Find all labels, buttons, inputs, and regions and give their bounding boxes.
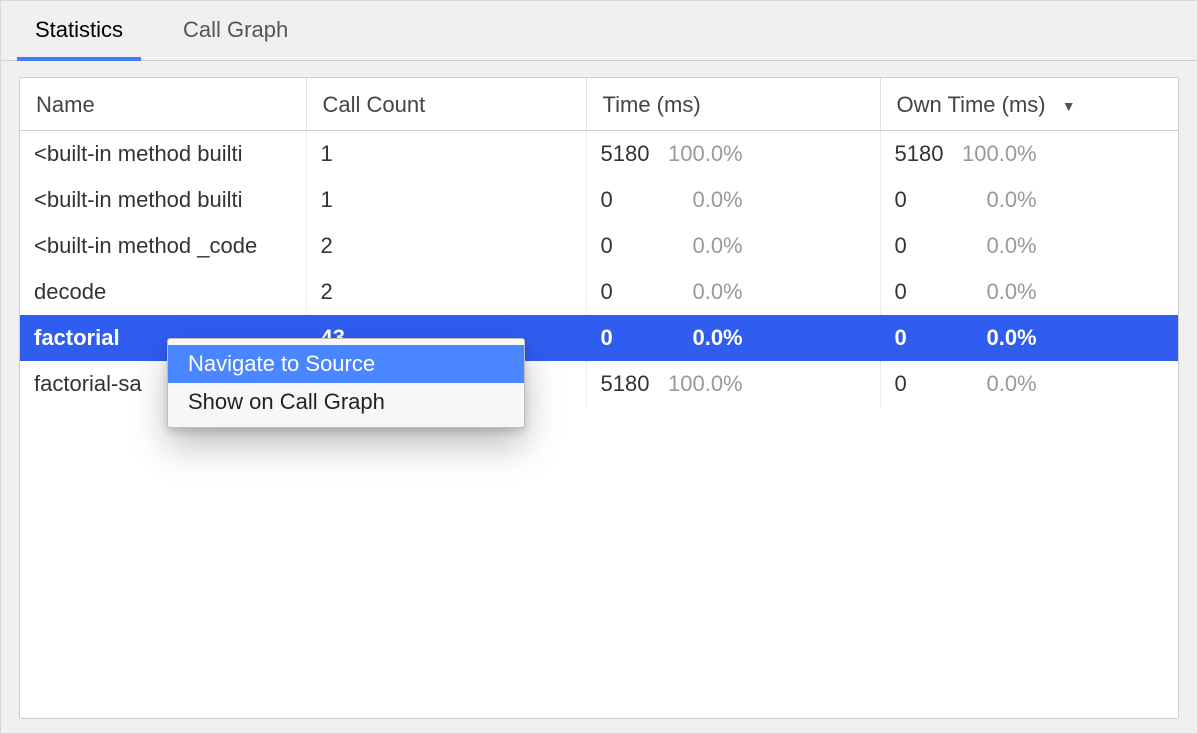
time-percent: 0.0% <box>663 233 743 259</box>
cell-time: 0 0.0% <box>586 223 880 269</box>
context-menu: Navigate to Source Show on Call Graph <box>167 338 525 428</box>
own-time-value: 5180 <box>895 141 951 167</box>
tab-call-graph[interactable]: Call Graph <box>165 1 306 60</box>
cell-name: <built-in method builti <box>20 177 306 223</box>
cell-time: 0 0.0% <box>586 177 880 223</box>
time-percent: 0.0% <box>663 279 743 305</box>
own-time-percent: 100.0% <box>957 141 1037 167</box>
column-header-call-count[interactable]: Call Count <box>306 78 586 131</box>
own-time-value: 0 <box>895 187 951 213</box>
cell-own-time: 5180 100.0% <box>880 131 1178 177</box>
own-time-value: 0 <box>895 279 951 305</box>
column-header-label: Time (ms) <box>603 92 701 117</box>
time-percent: 100.0% <box>663 371 743 397</box>
time-value: 5180 <box>601 371 657 397</box>
table-row[interactable]: decode20 0.0%0 0.0% <box>20 269 1178 315</box>
cell-time: 0 0.0% <box>586 315 880 361</box>
sort-descending-icon: ▼ <box>1062 98 1076 114</box>
cell-name: <built-in method builti <box>20 131 306 177</box>
column-header-time[interactable]: Time (ms) <box>586 78 880 131</box>
own-time-percent: 0.0% <box>957 325 1037 351</box>
time-percent: 100.0% <box>663 141 743 167</box>
tab-statistics[interactable]: Statistics <box>17 1 141 60</box>
cell-own-time: 0 0.0% <box>880 177 1178 223</box>
cell-time: 0 0.0% <box>586 269 880 315</box>
cell-call-count: 2 <box>306 223 586 269</box>
column-header-own-time[interactable]: Own Time (ms) ▼ <box>880 78 1178 131</box>
column-header-label: Own Time (ms) <box>897 92 1046 117</box>
own-time-value: 0 <box>895 325 951 351</box>
cell-own-time: 0 0.0% <box>880 315 1178 361</box>
profiler-window: Statistics Call Graph Name Call Count <box>0 0 1198 734</box>
own-time-percent: 0.0% <box>957 187 1037 213</box>
time-value: 0 <box>601 325 657 351</box>
time-percent: 0.0% <box>663 187 743 213</box>
cell-call-count: 1 <box>306 177 586 223</box>
own-time-percent: 0.0% <box>957 371 1037 397</box>
table-row[interactable]: <built-in method builti15180 100.0%5180 … <box>20 131 1178 177</box>
menu-item-navigate-to-source[interactable]: Navigate to Source <box>168 345 524 383</box>
cell-own-time: 0 0.0% <box>880 269 1178 315</box>
time-value: 0 <box>601 187 657 213</box>
column-header-label: Call Count <box>323 92 426 117</box>
time-value: 0 <box>601 233 657 259</box>
cell-call-count: 2 <box>306 269 586 315</box>
cell-time: 5180 100.0% <box>586 131 880 177</box>
cell-own-time: 0 0.0% <box>880 223 1178 269</box>
own-time-value: 0 <box>895 371 951 397</box>
own-time-value: 0 <box>895 233 951 259</box>
menu-item-label: Navigate to Source <box>188 351 375 376</box>
column-header-label: Name <box>36 92 95 117</box>
own-time-percent: 0.0% <box>957 233 1037 259</box>
time-value: 5180 <box>601 141 657 167</box>
own-time-percent: 0.0% <box>957 279 1037 305</box>
menu-item-show-on-call-graph[interactable]: Show on Call Graph <box>168 383 524 421</box>
cell-time: 5180 100.0% <box>586 361 880 407</box>
tab-bar: Statistics Call Graph <box>1 1 1197 61</box>
cell-name: <built-in method _code <box>20 223 306 269</box>
cell-name: decode <box>20 269 306 315</box>
tab-label: Statistics <box>35 17 123 42</box>
table-header-row: Name Call Count Time (ms) Own Time (ms) … <box>20 78 1178 131</box>
time-value: 0 <box>601 279 657 305</box>
time-percent: 0.0% <box>663 325 743 351</box>
menu-item-label: Show on Call Graph <box>188 389 385 414</box>
column-header-name[interactable]: Name <box>20 78 306 131</box>
table-row[interactable]: <built-in method _code20 0.0%0 0.0% <box>20 223 1178 269</box>
cell-own-time: 0 0.0% <box>880 361 1178 407</box>
tab-label: Call Graph <box>183 17 288 42</box>
table-row[interactable]: <built-in method builti10 0.0%0 0.0% <box>20 177 1178 223</box>
cell-call-count: 1 <box>306 131 586 177</box>
